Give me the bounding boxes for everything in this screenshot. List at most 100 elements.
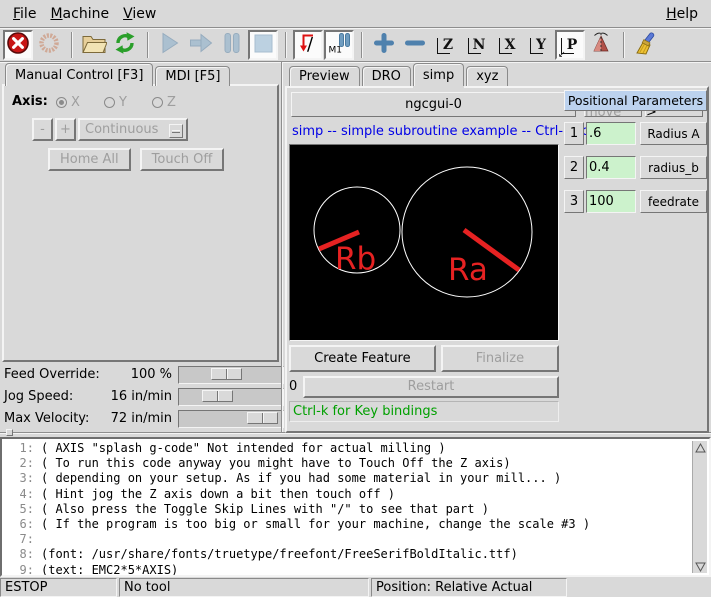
gcode-text-area[interactable]: 1:( AXIS "splash g-code" Not intended fo… (0, 437, 711, 577)
z-view-icon: Z (435, 35, 457, 56)
pane-divider[interactable] (281, 62, 283, 434)
toggle-optional-pause-button[interactable]: M1 (324, 30, 354, 60)
keybinding-note: Ctrl-k for Key bindings (289, 401, 559, 422)
zoom-out-icon (404, 32, 426, 58)
menu-help[interactable]: Help (659, 4, 705, 24)
step-button[interactable] (186, 30, 216, 60)
toolbar: / M1 Z N X Y (0, 29, 711, 61)
toolbar-separator (623, 32, 625, 58)
x-view-icon: X (497, 35, 519, 56)
toolbar-separator (361, 32, 363, 58)
radius-a-input[interactable]: .6 (586, 122, 636, 145)
toggle-skip-lines-button[interactable]: / (293, 30, 323, 60)
touch-off-button[interactable]: Touch Off (140, 148, 225, 171)
skip-lines-icon: / (296, 31, 320, 59)
parameter-row: 3 100 feedrate (564, 190, 707, 213)
jog-minus-button[interactable]: - (32, 118, 53, 141)
rotate-view-button[interactable] (586, 30, 616, 60)
parameter-number: 1 (564, 122, 584, 145)
open-file-button[interactable] (79, 30, 109, 60)
step-icon (189, 32, 213, 58)
view-z-button[interactable]: Z (431, 30, 461, 60)
tab-dro[interactable]: DRO (362, 66, 411, 86)
perspective-view-icon: P (559, 35, 581, 56)
scroll-up-icon[interactable] (694, 441, 707, 454)
stop-button[interactable] (248, 30, 278, 60)
parameter-name: Radius A (640, 122, 707, 145)
parameter-name: feedrate (640, 190, 707, 213)
preview-canvas: Rb Ra (289, 144, 559, 341)
run-button[interactable] (155, 30, 185, 60)
gcode-line: 4:( Hint jog the Z axis down a bit then … (4, 487, 709, 502)
machine-power-icon (37, 31, 61, 59)
broom-icon (634, 31, 658, 59)
axis-radio-x[interactable]: X (56, 95, 80, 110)
gcode-line: 6:( If the program is too big or small f… (4, 517, 709, 532)
ngcgui-instance-button[interactable]: ngcgui-0 (291, 92, 576, 117)
sash-grip[interactable] (6, 429, 13, 436)
view-y-button[interactable]: Y (524, 30, 554, 60)
right-tab-bar: Preview DRO simp xyz (289, 63, 510, 86)
machine-state-status: ESTOP (0, 578, 117, 597)
machine-power-button[interactable] (34, 30, 64, 60)
tab-simp[interactable]: simp (413, 63, 464, 86)
slider-handle[interactable] (211, 368, 242, 380)
scroll-down-icon[interactable] (694, 560, 707, 573)
open-folder-icon (81, 32, 107, 58)
reload-icon (113, 31, 137, 59)
parameters-header: Positional Parameters (564, 90, 707, 111)
feed-override-slider[interactable] (178, 366, 284, 384)
axis-radio-z[interactable]: Z (152, 95, 176, 110)
create-feature-button[interactable]: Create Feature (289, 345, 436, 372)
stop-icon (254, 34, 273, 57)
restart-count: 0 (289, 379, 303, 394)
view-p-button[interactable]: P (555, 30, 585, 60)
reload-button[interactable] (110, 30, 140, 60)
view-z-rotated-button[interactable]: N (462, 30, 492, 60)
gcode-scrollbar[interactable] (692, 441, 707, 573)
max-velocity-label: Max Velocity: (4, 411, 89, 426)
menu-view[interactable]: View (116, 4, 163, 24)
simp-panel: ngcgui-0 <--move move--> simp -- simple … (285, 86, 709, 433)
parameter-number: 2 (564, 156, 584, 179)
tab-manual-control[interactable]: Manual Control [F3] (5, 63, 153, 86)
axis-label: Axis: (12, 94, 48, 109)
clear-plot-button[interactable] (631, 30, 661, 60)
pause-button[interactable] (217, 30, 247, 60)
menu-file[interactable]: File (6, 4, 43, 24)
finalize-button[interactable]: Finalize (441, 345, 559, 372)
manual-control-panel: Axis: X Y Z - + Continuous Home All (2, 84, 279, 362)
parameter-number: 3 (564, 190, 584, 213)
jog-speed-row: Jog Speed: 16 in/min (4, 387, 282, 407)
restart-row: 0 Restart (289, 375, 559, 398)
menu-machine[interactable]: Machine (43, 4, 116, 24)
view-x-button[interactable]: X (493, 30, 523, 60)
tab-xyz[interactable]: xyz (466, 66, 508, 86)
estop-button[interactable] (3, 30, 33, 60)
zoom-out-button[interactable] (400, 30, 430, 60)
tab-preview[interactable]: Preview (289, 66, 360, 86)
max-velocity-slider[interactable] (178, 410, 284, 428)
jog-speed-slider[interactable] (178, 388, 284, 406)
radius-b-input[interactable]: 0.4 (586, 156, 636, 179)
slider-handle[interactable] (247, 412, 278, 424)
jog-plus-button[interactable]: + (55, 118, 76, 141)
circles-drawing: Rb Ra (290, 145, 556, 338)
slider-handle[interactable] (202, 390, 233, 402)
restart-button[interactable]: Restart (303, 376, 559, 398)
tool-status: No tool (119, 578, 369, 597)
feedrate-input[interactable]: 100 (586, 190, 636, 213)
gcode-line: 7: (4, 532, 709, 547)
home-all-button[interactable]: Home All (48, 148, 131, 171)
jog-mode-dropdown[interactable]: Continuous (78, 118, 188, 141)
jog-row: - + Continuous (32, 118, 188, 141)
feature-buttons-row: Create Feature Finalize (289, 345, 559, 372)
gcode-line: 1:( AXIS "splash g-code" Not intended fo… (4, 441, 709, 456)
feed-override-row: Feed Override: 100 % (4, 365, 282, 385)
radius-b-label: Rb (335, 241, 376, 277)
dropdown-indicator-icon (169, 124, 183, 138)
zoom-in-button[interactable] (369, 30, 399, 60)
left-tab-bar: Manual Control [F3] MDI [F5] (5, 63, 232, 86)
axis-radio-y[interactable]: Y (104, 95, 127, 110)
tab-mdi[interactable]: MDI [F5] (155, 66, 230, 86)
